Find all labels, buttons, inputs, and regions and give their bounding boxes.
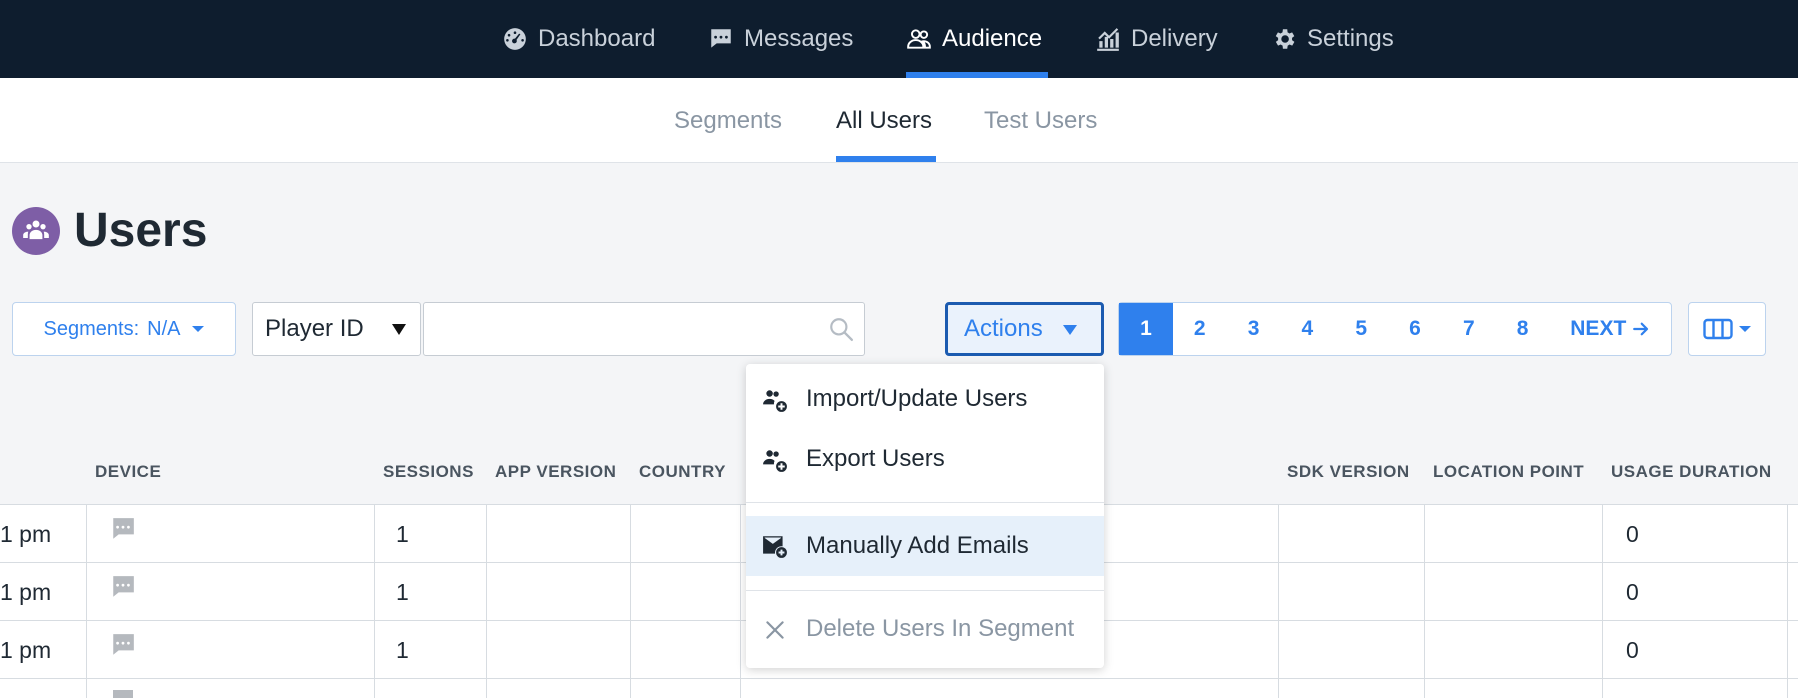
column-header-location-point[interactable]: LOCATION POINT — [1433, 462, 1584, 482]
menu-item-export-users[interactable]: Export Users — [746, 434, 1104, 484]
column-divider — [740, 504, 741, 698]
close-icon — [766, 621, 784, 639]
users-icon — [23, 220, 49, 240]
menu-item-label: Export Users — [806, 445, 945, 472]
columns-icon — [1703, 318, 1733, 340]
column-header-app-version[interactable]: APP VERSION — [495, 462, 616, 482]
dropdown-arrow-icon — [392, 324, 406, 335]
column-divider — [1602, 504, 1603, 698]
next-label: NEXT — [1570, 317, 1627, 340]
row-sessions: 1 — [396, 521, 409, 547]
search-field-select[interactable]: Player ID — [252, 302, 421, 356]
row-sessions: 1 — [396, 637, 409, 663]
row-usage-duration: 0 — [1626, 579, 1639, 605]
arrow-right-icon — [1633, 322, 1649, 336]
column-divider — [374, 504, 375, 698]
column-header-country[interactable]: COUNTRY — [639, 462, 726, 482]
nav-label: Audience — [942, 25, 1043, 52]
nav-messages[interactable]: Messages — [708, 0, 853, 78]
sub-nav: Segments All Users Test Users — [0, 78, 1798, 163]
segments-label: Segments: — [43, 317, 140, 340]
pagination: 1 2 3 4 5 6 7 8 NEXT — [1118, 302, 1672, 356]
chevron-down-icon — [192, 326, 205, 332]
users-title-icon — [12, 207, 60, 255]
nav-settings[interactable]: Settings — [1271, 0, 1394, 78]
column-header-sessions[interactable]: SESSIONS — [383, 462, 474, 482]
column-divider — [1424, 504, 1425, 698]
dashboard-icon — [504, 28, 526, 50]
segments-filter-button[interactable]: Segments: N/A — [12, 302, 236, 356]
page-title: Users — [74, 204, 208, 257]
tab-all-users[interactable]: All Users — [836, 78, 932, 163]
nav-label: Delivery — [1131, 25, 1218, 52]
menu-item-label: Manually Add Emails — [806, 532, 1029, 559]
nav-delivery[interactable]: Delivery — [1095, 0, 1218, 78]
actions-label: Actions — [964, 315, 1043, 342]
nav-dashboard[interactable]: Dashboard — [502, 0, 655, 78]
message-icon — [112, 518, 134, 539]
message-icon — [711, 29, 731, 48]
gear-icon — [1275, 29, 1295, 49]
row-usage-duration: 0 — [1626, 521, 1639, 547]
next-page-button[interactable]: NEXT — [1550, 303, 1672, 355]
page-3-button[interactable]: 3 — [1227, 303, 1281, 355]
search-icon[interactable] — [828, 316, 854, 342]
page-7-button[interactable]: 7 — [1442, 303, 1496, 355]
chevron-down-icon — [1739, 326, 1751, 332]
users-add-icon — [763, 450, 787, 472]
segments-value: N/A — [147, 317, 181, 340]
page-4-button[interactable]: 4 — [1280, 303, 1334, 355]
nav-label: Settings — [1307, 25, 1394, 52]
email-add-icon — [763, 536, 787, 558]
row-time: 1 pm — [0, 521, 52, 547]
caret-down-icon — [1063, 325, 1077, 335]
tab-test-users[interactable]: Test Users — [984, 78, 1097, 163]
actions-dropdown-menu: Import/Update Users Export Users Manuall… — [746, 364, 1104, 668]
row-sessions: 1 — [396, 579, 409, 605]
users-icon — [907, 29, 931, 49]
column-header-device[interactable]: DEVICE — [95, 462, 161, 482]
search-box — [423, 302, 865, 356]
nav-audience[interactable]: Audience — [906, 0, 1042, 78]
message-icon — [112, 576, 134, 597]
page-5-button[interactable]: 5 — [1334, 303, 1388, 355]
chart-icon — [1097, 28, 1119, 51]
columns-toggle-button[interactable] — [1688, 302, 1766, 356]
row-usage-duration: 0 — [1626, 637, 1639, 663]
page-1-button[interactable]: 1 — [1119, 303, 1173, 355]
top-nav: Dashboard Messages Audience Delivery Set… — [0, 0, 1798, 78]
tab-segments[interactable]: Segments — [674, 78, 782, 163]
menu-divider — [746, 502, 1104, 503]
row-time: 1 pm — [0, 579, 52, 605]
column-divider — [1278, 504, 1279, 698]
column-divider — [1787, 504, 1788, 698]
nav-label: Messages — [744, 25, 854, 52]
menu-item-manually-add-emails[interactable]: Manually Add Emails — [746, 516, 1104, 576]
users-add-icon — [763, 390, 787, 412]
page-8-button[interactable]: 8 — [1496, 303, 1550, 355]
message-icon — [112, 634, 134, 655]
column-divider — [86, 504, 87, 698]
search-field-value: Player ID — [265, 315, 364, 342]
search-input[interactable] — [424, 303, 804, 353]
menu-item-label: Import/Update Users — [806, 385, 1028, 412]
menu-item-import-update-users[interactable]: Import/Update Users — [746, 374, 1104, 424]
active-tab-indicator — [836, 156, 936, 162]
column-divider — [486, 504, 487, 698]
column-header-usage-duration[interactable]: USAGE DURATION — [1611, 462, 1772, 482]
menu-item-label: Delete Users In Segment — [806, 615, 1075, 642]
page-6-button[interactable]: 6 — [1388, 303, 1442, 355]
nav-label: Dashboard — [538, 25, 656, 52]
email-icon — [113, 690, 133, 698]
actions-button[interactable]: Actions — [945, 302, 1104, 356]
column-header-sdk-version[interactable]: SDK VERSION — [1287, 462, 1410, 482]
column-divider — [630, 504, 631, 698]
row-time: 1 pm — [0, 637, 52, 663]
menu-item-delete-users-in-segment: Delete Users In Segment — [746, 604, 1104, 654]
page-2-button[interactable]: 2 — [1173, 303, 1227, 355]
menu-divider — [746, 590, 1104, 591]
